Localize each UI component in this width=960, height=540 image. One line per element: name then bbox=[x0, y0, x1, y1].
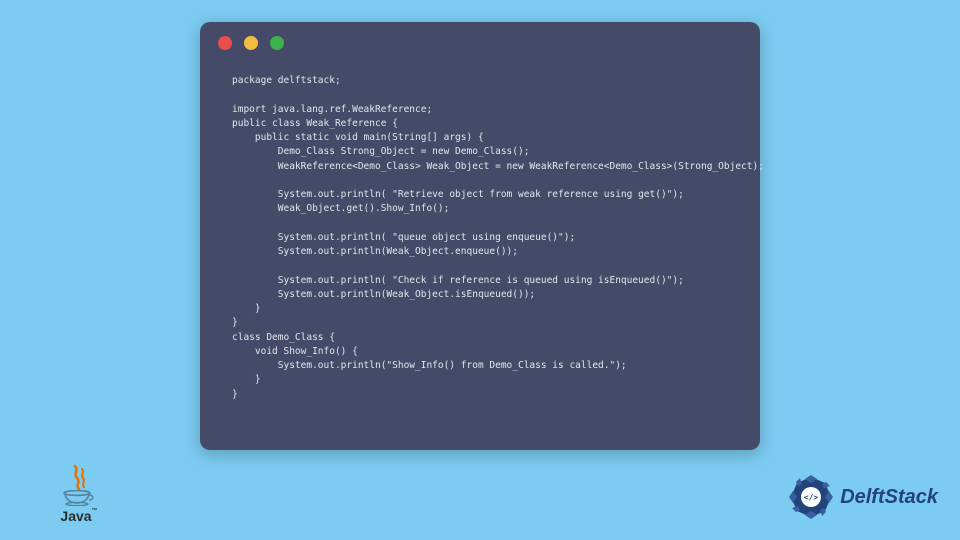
maximize-icon[interactable] bbox=[270, 36, 284, 50]
delftstack-label: DelftStack bbox=[840, 486, 938, 509]
code-window: package delftstack; import java.lang.ref… bbox=[200, 22, 760, 450]
window-traffic-lights bbox=[218, 36, 284, 50]
java-trademark: ™ bbox=[92, 508, 98, 514]
minimize-icon[interactable] bbox=[244, 36, 258, 50]
java-logo: Java™ bbox=[54, 458, 104, 524]
close-icon[interactable] bbox=[218, 36, 232, 50]
java-cup-icon bbox=[61, 490, 97, 506]
java-steam-icon bbox=[65, 464, 93, 490]
badge-glyph: </> bbox=[804, 493, 819, 502]
java-logo-text: Java™ bbox=[60, 508, 97, 524]
delftstack-badge-icon: </> bbox=[788, 474, 834, 520]
code-content: package delftstack; import java.lang.ref… bbox=[232, 74, 740, 430]
delftstack-logo: </> DelftStack bbox=[788, 474, 938, 520]
java-label: Java bbox=[60, 508, 91, 524]
